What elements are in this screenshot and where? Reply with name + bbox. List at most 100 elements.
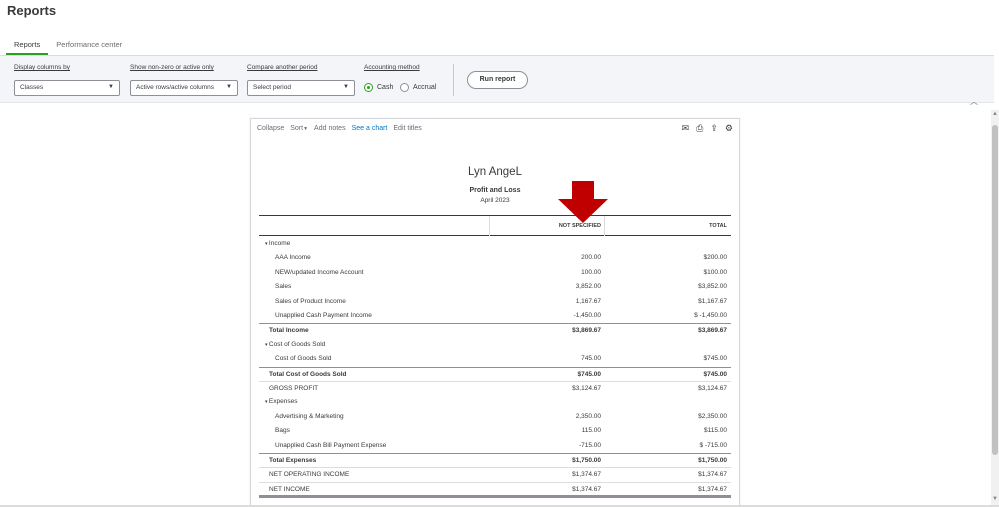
sort-link[interactable]: Sort▼ [290,125,308,132]
row-value-not-specified[interactable]: 3,852.00 [576,283,601,290]
show-nonzero-group: Show non-zero or active only [130,64,214,71]
row-value-total[interactable]: $1,167.67 [698,298,727,305]
chevron-down-icon: ▼ [226,84,232,90]
cash-radio[interactable] [364,83,373,92]
row-value-not-specified[interactable]: 1,167.67 [576,298,601,305]
table-row[interactable]: Total Expenses $1,750.00 $1,750.00 [259,453,731,467]
table-row[interactable]: Income [259,237,731,251]
row-label: Bags [275,427,290,435]
row-value-total[interactable]: $3,124.67 [698,385,727,392]
row-value-not-specified[interactable]: 115.00 [582,427,601,434]
table-row[interactable]: Bags 115.00 $115.00 [259,424,731,438]
page-title: Reports [7,3,57,18]
collapse-link[interactable]: Collapse [257,125,284,132]
row-value-total[interactable]: $200.00 [704,254,728,261]
display-columns-group: Display columns by [14,64,70,71]
compare-period-value: Select period [253,84,291,91]
table-row[interactable]: Total Cost of Goods Sold $745.00 $745.00 [259,366,731,381]
row-value-total[interactable]: $3,852.00 [698,283,727,290]
email-icon[interactable]: ✉ [682,123,690,134]
compare-period-select[interactable]: Select period ▼ [247,80,355,96]
report-card: Collapse Sort▼ Add notes See a chart Edi… [250,118,740,507]
export-icon[interactable]: ⇪ [710,123,718,134]
sort-label: Sort [290,125,304,132]
row-value-not-specified[interactable]: $745.00 [578,371,602,378]
print-icon[interactable]: ⎙ [696,123,703,134]
row-value-not-specified[interactable]: -715.00 [579,442,601,449]
accrual-radio[interactable] [400,83,409,92]
table-row[interactable]: NET OPERATING INCOME $1,374.67 $1,374.67 [259,467,731,481]
tab-performance-center[interactable]: Performance center [48,37,130,55]
report-title[interactable]: Profit and Loss [251,187,739,194]
row-value-total[interactable]: $745.00 [704,371,728,378]
row-label: NEW/updated Income Account [275,268,364,276]
row-value-not-specified[interactable]: $1,750.00 [572,457,601,464]
edit-titles-link[interactable]: Edit titles [393,125,421,132]
see-chart-link[interactable]: See a chart [352,125,388,132]
chevron-down-icon: ▼ [108,84,114,90]
row-label: Total Income [269,327,309,335]
compare-period-group: Compare another period [247,64,317,71]
row-value-total[interactable]: $100.00 [704,269,728,276]
row-value-total[interactable]: $1,374.67 [698,471,727,478]
table-row[interactable]: NEW/updated Income Account 100.00 $100.00 [259,266,731,280]
row-value-total[interactable]: $1,374.67 [698,486,727,493]
row-value-total[interactable]: $1,750.00 [698,457,727,464]
tab-reports[interactable]: Reports [6,37,49,55]
table-row[interactable]: AAA Income 200.00 $200.00 [259,251,731,265]
accounting-method-group: Accounting method [364,64,420,71]
row-value-total[interactable]: $ -715.00 [700,442,727,449]
row-value-not-specified[interactable]: -1,450.00 [574,312,601,319]
row-value-not-specified[interactable]: 745.00 [581,355,601,362]
scrollbar-thumb[interactable] [992,125,998,455]
add-notes-link[interactable]: Add notes [314,125,346,132]
row-value-not-specified[interactable]: $3,869.67 [572,327,601,334]
table-row[interactable]: Total Income $3,869.67 $3,869.67 [259,323,731,337]
column-divider [489,216,490,236]
table-row[interactable]: NET INCOME $1,374.67 $1,374.67 [259,481,731,496]
chevron-up-icon[interactable]: ︿ [970,96,978,107]
table-row[interactable]: Unapplied Cash Bill Payment Expense -715.… [259,439,731,453]
report-toolbar-icons: ✉ ⎙ ⇪ ⚙ [682,123,733,134]
row-value-not-specified[interactable]: 200.00 [581,254,601,261]
accrual-radio-option[interactable]: Accrual [400,83,436,92]
table-row[interactable]: Sales of Product Income 1,167.67 $1,167.67 [259,295,731,309]
row-value-total[interactable]: $115.00 [704,427,727,434]
table-row[interactable]: GROSS PROFIT $3,124.67 $3,124.67 [259,381,731,395]
table-row[interactable]: Advertising & Marketing 2,350.00 $2,350.00 [259,410,731,424]
row-value-not-specified[interactable]: $1,374.67 [572,486,601,493]
row-value-not-specified[interactable]: $3,124.67 [572,385,601,392]
scroll-down-icon[interactable]: ▼ [992,496,998,502]
table-row[interactable]: Cost of Goods Sold [259,338,731,352]
display-columns-select[interactable]: Classes ▼ [14,80,120,96]
accounting-method-label: Accounting method [364,64,420,71]
show-nonzero-select[interactable]: Active rows/active columns ▼ [130,80,238,96]
row-value-not-specified[interactable]: $1,374.67 [572,471,601,478]
scroll-up-icon[interactable]: ▲ [992,111,998,117]
row-value-total[interactable]: $3,869.67 [698,327,727,334]
display-columns-value: Classes [20,84,44,91]
row-value-total[interactable]: $ -1,450.00 [694,312,727,319]
row-value-not-specified[interactable]: 100.00 [581,269,601,276]
column-header-not-specified[interactable]: NOT SPECIFIED [559,223,601,229]
row-label: Total Expenses [269,457,317,464]
accrual-radio-label: Accrual [413,84,437,91]
cash-radio-option[interactable]: Cash [364,83,393,92]
row-label: Sales [275,283,292,291]
table-row[interactable]: Expenses [259,395,731,409]
gear-icon[interactable]: ⚙ [725,123,733,134]
table-row[interactable]: Cost of Goods Sold 745.00 $745.00 [259,352,731,366]
column-header-total[interactable]: TOTAL [709,223,727,229]
row-value-total[interactable]: $2,350.00 [698,413,727,420]
table-row[interactable]: Unapplied Cash Payment Income -1,450.00 $ … [259,309,731,323]
row-label: NET OPERATING INCOME [269,471,350,479]
row-label: Cost of Goods Sold [275,355,332,363]
show-nonzero-value: Active rows/active columns [136,84,215,91]
table-row[interactable]: Sales 3,852.00 $3,852.00 [259,280,731,294]
row-value-not-specified[interactable]: 2,350.00 [576,413,601,420]
filter-bar: Display columns by Classes ▼ Show non-ze… [0,55,994,103]
row-value-total[interactable]: $745.00 [704,355,728,362]
row-label: Sales of Product Income [275,297,346,305]
row-label: Expenses [265,398,298,405]
run-report-button[interactable]: Run report [467,71,528,89]
